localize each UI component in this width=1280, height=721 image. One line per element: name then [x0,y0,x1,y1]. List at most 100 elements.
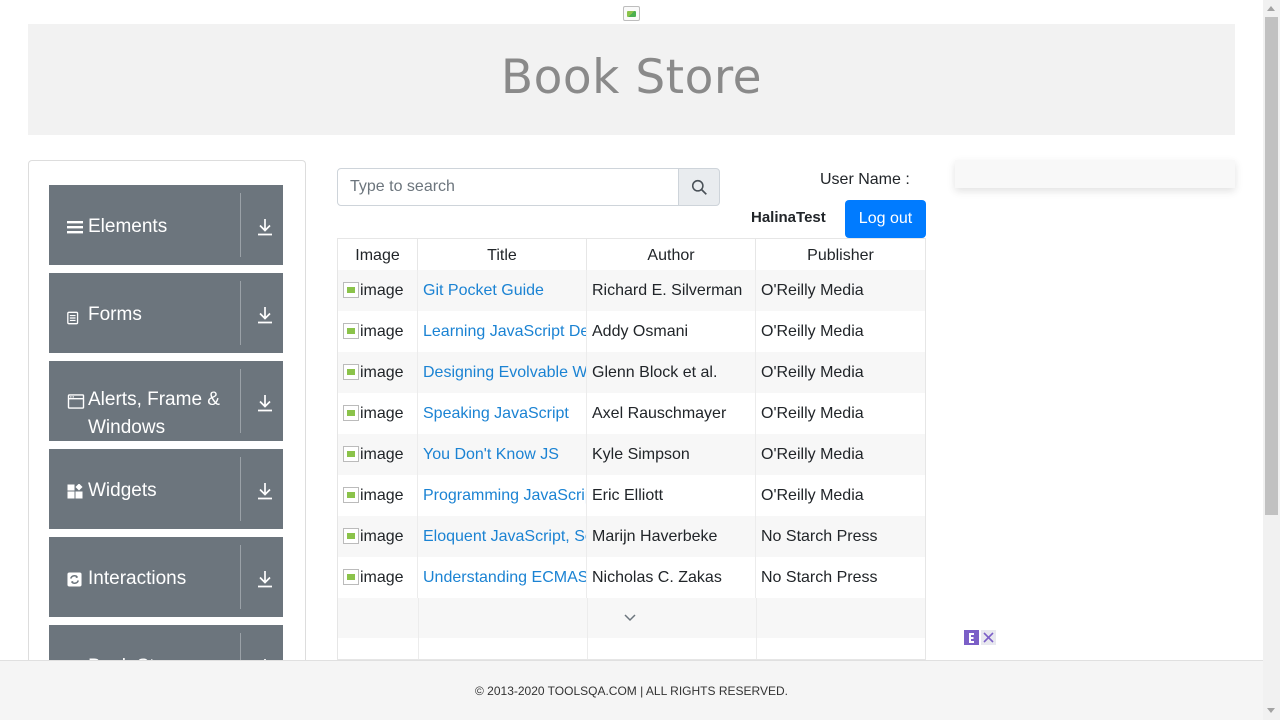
sidebar: Elements Forms Alerts, Frame & Windows W… [28,160,306,680]
sidebar-group-label: Alerts, Frame & Windows [88,389,220,438]
search-icon [691,179,707,195]
book-image-cell: image [338,393,418,434]
download-arrow-icon[interactable] [257,218,273,236]
table-row: image Programming JavaScript Applications… [338,475,925,516]
empty-table-row [338,638,925,659]
download-arrow-icon[interactable] [257,482,273,500]
column-header-publisher[interactable]: Publisher [756,239,925,272]
book-title-link[interactable]: Git Pocket Guide [418,270,587,311]
document-icon [67,311,79,325]
book-title-link[interactable]: Designing Evolvable Web APIs with ASP.NE… [418,352,587,393]
refresh-icon [67,572,82,587]
book-author: Glenn Block et al. [587,352,756,393]
download-arrow-icon[interactable] [257,570,273,588]
broken-image-icon [343,487,359,503]
ad-choices-icon[interactable] [964,630,996,645]
search-button[interactable] [678,168,720,206]
book-author: Kyle Simpson [587,434,756,475]
divider [240,193,241,257]
book-publisher: O'Reilly Media [761,405,864,422]
footer-copyright: © 2013-2020 TOOLSQA.COM | ALL RIGHTS RES… [475,684,788,698]
book-image-cell: image [338,434,418,475]
sidebar-group-forms[interactable]: Forms [49,273,283,353]
download-arrow-icon[interactable] [257,306,273,324]
divider [240,369,241,433]
divider [240,545,241,609]
sidebar-group-label: Widgets [88,480,157,501]
book-author: Axel Rauschmayer [587,393,756,434]
book-image-alt: image [360,323,404,340]
divider [240,281,241,345]
broken-image-icon [343,569,359,585]
broken-image-icon [343,446,359,462]
table-row: image Understanding ECMAScript 6Nicholas … [338,557,925,598]
table-row: image Git Pocket Guide Richard E. Silverma… [338,270,925,311]
book-image-alt: image [360,364,404,381]
book-publisher: O'Reilly Media [761,487,864,504]
column-divider [418,598,419,659]
book-title-link[interactable]: Programming JavaScript Applications [418,475,587,516]
sidebar-group-alerts-frame-windows[interactable]: Alerts, Frame & Windows [49,361,283,441]
scroll-down-arrow-icon[interactable] [1267,708,1275,713]
book-image-cell: image [338,352,418,393]
hamburger-icon [67,221,83,234]
table-row: image Designing Evolvable Web APIs with A… [338,352,925,393]
column-header-image[interactable]: Image [338,239,418,272]
book-image-cell: image [338,475,418,516]
table-row: image Learning JavaScript Design Patterns… [338,311,925,352]
book-author: Nicholas C. Zakas [587,557,756,598]
sidebar-group-label: Forms [88,304,142,325]
broken-image-icon [343,282,359,298]
page-title: Book Store [500,50,763,105]
search-box [337,168,720,206]
scroll-up-arrow-icon[interactable] [1267,6,1275,11]
table-row: image Speaking JavaScript Axel Rauschmayer… [338,393,925,434]
table-header: Image Title Author Publisher [338,239,925,272]
sidebar-group-interactions[interactable]: Interactions [49,537,283,617]
book-author: Richard E. Silverman [587,270,756,311]
sidebar-group-elements[interactable]: Elements [49,185,283,265]
scrollbar-thumb[interactable] [1265,17,1278,515]
book-author: Eric Elliott [587,475,756,516]
user-name-label: User Name : [820,171,910,188]
book-publisher: O'Reilly Media [761,323,864,340]
column-divider [587,598,588,659]
book-image-alt: image [360,446,404,463]
book-title-link[interactable]: Eloquent JavaScript, Second Edition [418,516,587,557]
book-title-link[interactable]: Speaking JavaScript [418,393,587,434]
book-publisher: No Starch Press [761,569,878,586]
book-image-alt: image [360,405,404,422]
book-image-cell: image [338,311,418,352]
book-image-alt: image [360,569,404,586]
broken-image-icon [343,405,359,421]
column-header-title[interactable]: Title [418,239,587,272]
book-author: Addy Osmani [587,311,756,352]
top-banner-image[interactable] [623,6,640,21]
logout-button[interactable]: Log out [845,200,926,238]
column-header-author[interactable]: Author [587,239,756,272]
book-image-alt: image [360,487,404,504]
page-scrollbar[interactable] [1263,0,1280,720]
search-input[interactable] [337,168,679,206]
book-title-link[interactable]: Understanding ECMAScript 6 [418,557,587,598]
table-row: image You Don't Know JS Kyle Simpson O'Reil… [338,434,925,475]
broken-image-icon [343,364,359,380]
book-publisher: O'Reilly Media [761,446,864,463]
right-ad-panel [955,160,1235,188]
window-icon [67,394,85,409]
page-header: Book Store [28,24,1235,135]
column-divider [756,598,757,659]
broken-image-icon [343,528,359,544]
book-author: Marijn Haverbeke [587,516,756,557]
book-title-link[interactable]: Learning JavaScript Design Patterns [418,311,587,352]
book-title-link[interactable]: You Don't Know JS [418,434,587,475]
books-table: Image Title Author Publisher image Git Po… [337,238,926,660]
divider [240,457,241,521]
download-arrow-icon[interactable] [257,394,273,412]
sidebar-group-widgets[interactable]: Widgets [49,449,283,529]
sidebar-group-label: Elements [88,216,168,237]
chevron-down-icon[interactable] [624,614,636,622]
book-image-cell: image [338,270,418,311]
widgets-icon [67,484,83,499]
user-name-value: HalinaTest [751,209,826,226]
